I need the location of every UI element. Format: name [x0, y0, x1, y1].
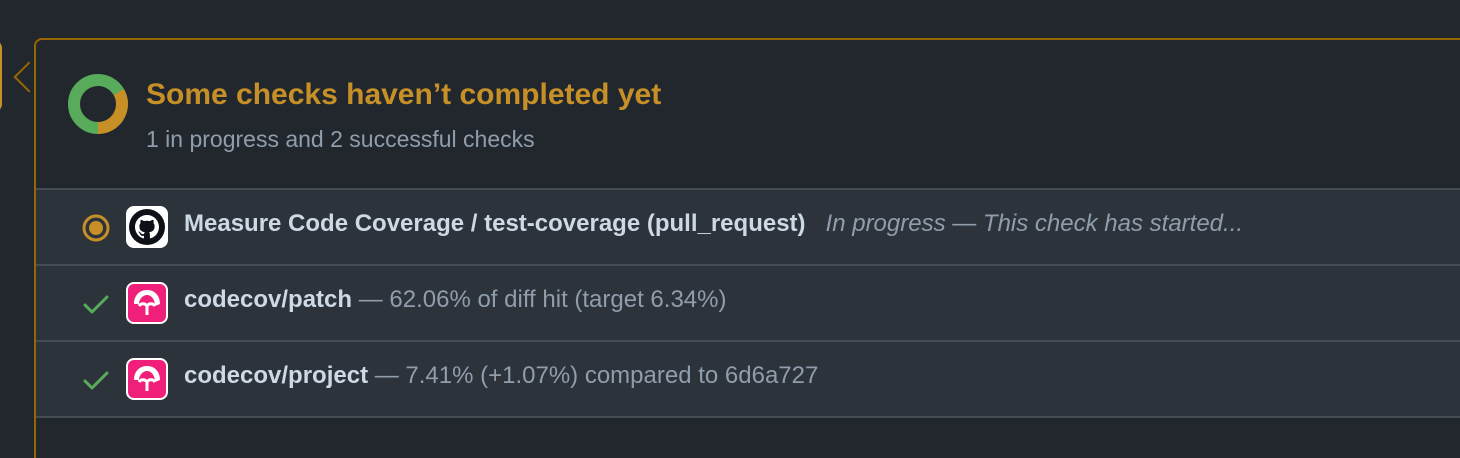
- check-description: — 62.06% of diff hit (target 6.34%): [352, 286, 727, 313]
- merge-status-panel: Some checks haven’t completed yet 1 in p…: [34, 38, 1460, 458]
- check-text: codecov/project — 7.41% (+1.07%) compare…: [184, 362, 818, 390]
- github-logo-icon: [126, 206, 168, 248]
- check-row-codecov-patch[interactable]: codecov/patch — 62.06% of diff hit (targ…: [36, 264, 1460, 340]
- check-icon: [83, 371, 109, 390]
- page-top-strip: [0, 0, 1460, 8]
- check-description: In progress — This check has started...: [825, 210, 1244, 237]
- checks-summary-title: Some checks haven’t completed yet: [146, 78, 662, 111]
- codecov-logo-icon: [126, 282, 168, 324]
- codecov-logo-icon: [126, 358, 168, 400]
- check-name[interactable]: Measure Code Coverage / test-coverage (p…: [184, 210, 806, 237]
- check-description: — 7.41% (+1.07%) compared to 6d6a727: [368, 362, 819, 389]
- check-icon: [83, 295, 109, 314]
- check-row-codecov-project[interactable]: codecov/project — 7.41% (+1.07%) compare…: [36, 340, 1460, 418]
- in-progress-dot-icon: [82, 214, 110, 242]
- check-text: Measure Code Coverage / test-coverage (p…: [184, 210, 1243, 238]
- checks-status-donut-icon: [68, 74, 128, 134]
- check-text: codecov/patch — 62.06% of diff hit (targ…: [184, 286, 726, 314]
- checks-summary-header: Some checks haven’t completed yet 1 in p…: [36, 40, 1460, 188]
- check-row-test-coverage[interactable]: Measure Code Coverage / test-coverage (p…: [36, 188, 1460, 264]
- check-name[interactable]: codecov/project: [184, 362, 368, 389]
- check-name[interactable]: codecov/patch: [184, 286, 352, 313]
- checks-summary-subtitle: 1 in progress and 2 successful checks: [146, 126, 535, 152]
- timeline-badge: [0, 40, 2, 112]
- checks-list: Measure Code Coverage / test-coverage (p…: [36, 188, 1460, 418]
